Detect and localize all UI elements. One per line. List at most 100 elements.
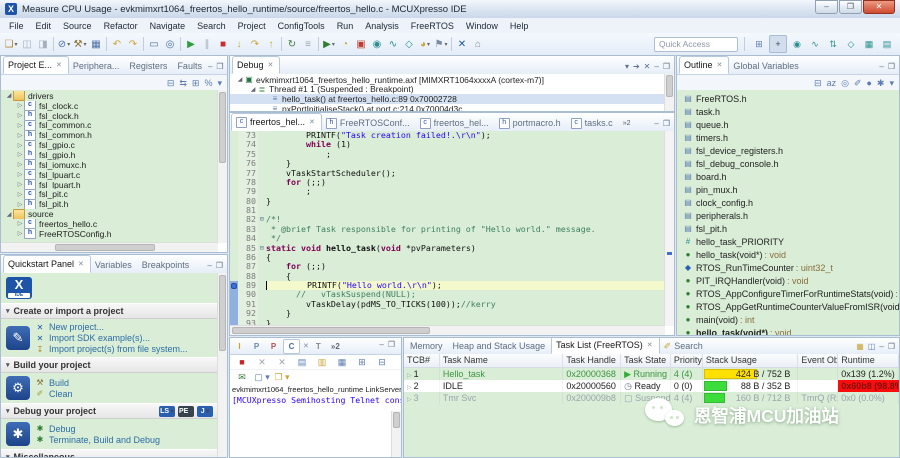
restart-button[interactable]: ↻	[284, 36, 300, 52]
maximize-view-icon[interactable]: ❐	[388, 340, 395, 349]
perspective-icon-6[interactable]: ▤	[879, 36, 895, 52]
step-return-button[interactable]: ↑	[263, 36, 279, 52]
tree-expander-icon[interactable]: ▷	[16, 230, 24, 237]
hide-inactive-icon[interactable]: ✱	[877, 78, 885, 89]
code-line[interactable]: vTaskDelay(pdMS_TO_TICKS(100));//kerry	[266, 299, 665, 309]
project-tree-item-fsl-pit-c[interactable]: ▷ c fsl_pit.c	[1, 189, 218, 200]
quickstart-link-debug[interactable]: ✱ Debug	[35, 424, 160, 434]
project-tree-item-fsl-clock-h[interactable]: ▷ h fsl_clock.h	[1, 110, 218, 121]
minimize-view-icon[interactable]: ‒	[207, 261, 211, 270]
collapse-all-icon[interactable]: ⊟	[167, 78, 175, 89]
new-debug-session-icon[interactable]: ➔	[633, 62, 640, 71]
close-icon[interactable]: ✕	[303, 342, 309, 350]
project-tree-item-fsl-gpio-c[interactable]: ▷ c fsl_gpio.c	[1, 140, 218, 151]
swo-button[interactable]: ∿	[385, 36, 401, 52]
code-line[interactable]: static void hello_task(void *pvParameter…	[266, 243, 665, 253]
task-list-tab-task-list-freertos-[interactable]: Task List (FreeRTOS) ✕	[551, 338, 660, 354]
perspective-icon-2[interactable]: ∿	[807, 36, 823, 52]
project-explorer-tab-faults[interactable]: Faults	[173, 58, 208, 74]
word-wrap-icon[interactable]: ▦	[334, 354, 350, 370]
menu-file[interactable]: File	[3, 20, 30, 32]
hide-nonpublic-icon[interactable]: ●	[866, 78, 871, 88]
new-button[interactable]: ❏	[3, 36, 19, 52]
coverage-button[interactable]: ▣	[353, 36, 369, 52]
menu-edit[interactable]: Edit	[30, 20, 58, 32]
debug-probe-chip-ls[interactable]: LS	[158, 405, 175, 417]
filters-icon[interactable]: %	[204, 78, 212, 88]
quickstart-link-terminate-build-and-debug[interactable]: ✱ Terminate, Build and Debug	[35, 435, 160, 445]
project-tree-item-source[interactable]: ◢ source	[1, 209, 218, 219]
display-console-icon[interactable]: ▢ ▾	[254, 369, 270, 385]
minimize-view-icon[interactable]: ‒	[654, 62, 658, 71]
project-tree-item-drivers[interactable]: ◢ drivers	[1, 91, 218, 101]
outline-item-3[interactable]: ▤ timers.h	[677, 131, 899, 144]
clear-console-icon[interactable]: ▤	[294, 354, 310, 370]
maximize-view-icon[interactable]: ❐	[888, 62, 895, 71]
code-line[interactable]: ;	[266, 149, 665, 159]
refresh-icon[interactable]: ▦	[856, 342, 864, 351]
project-tree-item-fsl-iomuxc-h[interactable]: ▷ h fsl_iomuxc.h	[1, 159, 218, 170]
view-menu-icon[interactable]: ▾	[217, 78, 222, 89]
quickstart-link-build[interactable]: ⚒ Build	[35, 378, 73, 388]
project-explorer-tab-registers[interactable]: Registers	[125, 58, 173, 74]
project-scrollbar-vertical[interactable]	[217, 90, 227, 243]
tree-expander-icon[interactable]: ▷	[16, 191, 24, 198]
run-menu-button[interactable]: ◕	[417, 36, 433, 52]
column-header-event-obj[interactable]: Event Obj...	[798, 354, 839, 367]
search-button[interactable]: ◎	[162, 36, 178, 52]
tree-expander-icon[interactable]: ◢	[5, 92, 13, 99]
build-button[interactable]: ⚒	[72, 36, 88, 52]
remove-all-terminated-icon[interactable]: ✕	[644, 62, 651, 71]
outline-tab-outline[interactable]: Outline ✕	[679, 56, 730, 74]
task-list-tab-search[interactable]: ✐ Search	[660, 338, 709, 354]
open-perspective-icon[interactable]: ⊞	[751, 36, 767, 52]
step-over-button[interactable]: ↷	[247, 36, 263, 52]
minimize-button[interactable]: ‒	[815, 0, 838, 14]
outline-item-10[interactable]: ▤ fsl_pit.h	[677, 222, 899, 235]
project-explorer-tab-periphera-[interactable]: Periphera...	[69, 58, 126, 74]
debug-scrollbar-vertical[interactable]	[664, 74, 674, 111]
menu-navigate[interactable]: Navigate	[144, 20, 192, 32]
project-tree-item-freertos-hello-c[interactable]: ▷ c freertos_hello.c	[1, 218, 218, 229]
menu-run[interactable]: Run	[331, 20, 360, 32]
task-row-idle[interactable]: ▷ 2 IDLE 0x20000560 ◷ Ready 0 (0) 88 B / 352 B…	[404, 380, 899, 392]
outline-item-15[interactable]: ● RTOS_AppConfigureTimerForRuntimeStats(v…	[677, 287, 899, 300]
step-into-button[interactable]: ↓	[231, 36, 247, 52]
suspend-button[interactable]: ∥	[199, 36, 215, 52]
skip-breakpoints-button[interactable]: ⊘	[56, 36, 72, 52]
debug-tree-row-2[interactable]: ≡ hello_task() at freertos_hello.c:89 0x7…	[230, 94, 665, 104]
code-line[interactable]: * @brief Task responsible for printing o…	[266, 224, 665, 234]
terminate-icon[interactable]: ■	[234, 354, 250, 370]
debug-tab-debug[interactable]: Debug ✕	[232, 56, 281, 74]
project-tree-item-fsl-clock-c[interactable]: ▷ c fsl_clock.c	[1, 100, 218, 111]
trace-button[interactable]: ◉	[369, 36, 385, 52]
menu-project[interactable]: Project	[232, 20, 272, 32]
outline-item-16[interactable]: ● RTOS_AppGetRuntimeCounterValueFromISR(v…	[677, 300, 899, 313]
mcux-home-button[interactable]: ✕	[454, 36, 470, 52]
outline-item-13[interactable]: ◆ RTOS_RunTimeCounter: uint32_t	[677, 261, 899, 274]
console-tab[interactable]: C	[283, 338, 300, 354]
profile-button[interactable]: ◔	[337, 36, 353, 52]
column-header-priority[interactable]: Priority	[671, 354, 703, 367]
column-header-task-state[interactable]: Task State	[621, 354, 671, 367]
view-menu-icon[interactable]: ▾	[625, 62, 629, 71]
project-tree-item-fsl-common-c[interactable]: ▷ c fsl_common.c	[1, 120, 218, 131]
close-button[interactable]: ✕	[863, 0, 895, 14]
column-header-stack-usage[interactable]: Stack Usage	[703, 354, 799, 367]
quickstart-tab-quickstart-panel[interactable]: Quickstart Panel ✕	[3, 255, 91, 273]
outline-item-0[interactable]: ▤ FreeRTOS.h	[677, 92, 899, 105]
save-table-icon[interactable]: ◫	[868, 342, 876, 351]
minimize-view-icon[interactable]: ‒	[654, 119, 658, 128]
menu-refactor[interactable]: Refactor	[98, 20, 144, 32]
editor-scrollbar-horizontal[interactable]	[230, 325, 665, 335]
quickstart-link-import-sdk-example-s[interactable]: ✕ Import SDK example(s)...	[35, 333, 188, 343]
menu-configtools[interactable]: ConfigTools	[272, 20, 331, 32]
sort-icon[interactable]: az	[827, 78, 837, 88]
fold-marker-icon[interactable]: ⊟	[258, 244, 266, 253]
tree-expander-icon[interactable]: ▷	[16, 171, 24, 178]
column-header-tcb[interactable]: TCB#	[404, 354, 440, 367]
terminal-tab[interactable]: T	[311, 340, 326, 353]
editor-tab-1[interactable]: h FreeRTOSConf...	[322, 115, 416, 131]
debug-tree-row-0[interactable]: ◢ ▣ evkmimxrt1064_freertos_hello_runtime.a…	[230, 75, 665, 85]
develop-perspective-icon[interactable]: +	[769, 35, 787, 53]
